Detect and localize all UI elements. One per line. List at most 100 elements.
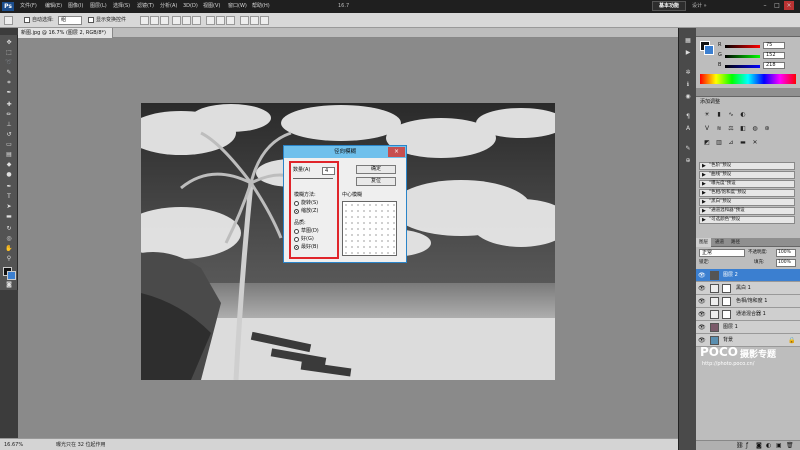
brightness-contrast-icon[interactable]: ☀ <box>702 110 712 119</box>
move-tool-preset-icon[interactable] <box>4 16 13 25</box>
visibility-eye-icon[interactable]: 👁 <box>698 337 706 344</box>
levels-icon[interactable]: ▮ <box>714 110 724 119</box>
zoom-tool-icon[interactable]: ⚲ <box>4 255 14 263</box>
layer-style-icon[interactable]: ƒ <box>746 442 748 449</box>
dialog-close-icon[interactable]: × <box>388 147 405 157</box>
visibility-eye-icon[interactable]: 👁 <box>698 324 706 331</box>
layer-name[interactable]: 黑白 1 <box>736 285 751 292</box>
gradient-map-icon[interactable]: ▬ <box>738 138 748 147</box>
preset-selective-color[interactable]: ▶ "可选颜色"预设 <box>699 216 795 224</box>
ok-button[interactable]: 确定 <box>356 165 396 174</box>
quick-select-tool-icon[interactable]: ✎ <box>4 69 14 77</box>
document-tab[interactable]: 新图.jpg @ 16.7% (图层 2, RGB/8*) × <box>18 28 113 46</box>
marquee-tool-icon[interactable]: ⬚ <box>4 49 14 57</box>
visibility-eye-icon[interactable]: 👁 <box>698 272 706 279</box>
layer-name[interactable]: 图层 1 <box>723 324 738 331</box>
tab-layers[interactable]: 图层 <box>696 238 711 247</box>
minimize-icon[interactable]: – <box>760 1 770 10</box>
distribute-bottom-icon[interactable] <box>226 16 235 25</box>
menu-image[interactable]: 图像(I) <box>68 2 83 11</box>
menu-edit[interactable]: 编辑(E) <box>45 2 62 11</box>
type-tool-icon[interactable]: T <box>4 193 14 201</box>
hand-tool-icon[interactable]: ✋ <box>4 245 14 253</box>
align-middle-icon[interactable] <box>150 16 159 25</box>
preset-exposure[interactable]: ▶ "曝光度"预设 <box>699 180 795 188</box>
new-adjustment-icon[interactable]: ◐ <box>766 442 771 449</box>
delete-layer-icon[interactable]: 🗑 <box>786 442 794 449</box>
show-transform-checkbox[interactable] <box>88 17 94 23</box>
preset-curves[interactable]: ▶ "曲线"预设 <box>699 171 795 179</box>
menu-view[interactable]: 视图(V) <box>203 2 220 11</box>
workspace-essentials[interactable]: 基本功能 <box>652 1 686 11</box>
preset-channel-mixer[interactable]: ▶ "通道混和器"预设 <box>699 207 795 215</box>
brush-tool-icon[interactable]: ✏ <box>4 111 14 119</box>
fill-input[interactable]: 100% <box>776 259 796 267</box>
history-panel-icon[interactable]: ▦ <box>683 36 693 45</box>
layer-row[interactable]: 👁 黑白 1 <box>696 282 800 295</box>
distribute-right-icon[interactable] <box>260 16 269 25</box>
reset-button[interactable]: 复位 <box>356 177 396 186</box>
color-b-value[interactable]: 218 <box>763 62 785 69</box>
layer-name[interactable]: 图层 2 <box>723 272 738 279</box>
menu-select[interactable]: 选择(S) <box>113 2 130 11</box>
menu-3d[interactable]: 3D(D) <box>183 2 198 11</box>
clone-stamp-tool-icon[interactable]: ⊥ <box>4 121 14 129</box>
photo-filter-icon[interactable]: ◍ <box>750 124 760 133</box>
tab-channels[interactable]: 通道 <box>712 238 727 247</box>
menu-file[interactable]: 文件(F) <box>20 2 37 11</box>
preset-hue-saturation[interactable]: ▶ "色相/饱和度"预设 <box>699 189 795 197</box>
brush-panel-icon[interactable]: ✎ <box>683 144 693 153</box>
visibility-eye-icon[interactable]: 👁 <box>698 285 706 292</box>
blend-mode-dropdown[interactable]: 正常 <box>699 249 745 257</box>
curves-icon[interactable]: ∿ <box>726 110 736 119</box>
posterize-icon[interactable]: ▥ <box>714 138 724 147</box>
paragraph-panel-icon[interactable]: ¶ <box>683 112 693 121</box>
color-r-value[interactable]: 75 <box>763 42 785 49</box>
color-g-slider[interactable] <box>725 55 760 58</box>
3d-rotate-tool-icon[interactable]: ↻ <box>4 225 14 233</box>
layer-name[interactable]: 色相/饱和度 1 <box>736 298 767 305</box>
clone-source-panel-icon[interactable]: ⊕ <box>683 156 693 165</box>
hue-saturation-icon[interactable]: ≋ <box>714 124 724 133</box>
visibility-eye-icon[interactable]: 👁 <box>698 298 706 305</box>
eraser-tool-icon[interactable]: ▭ <box>4 141 14 149</box>
color-r-slider[interactable] <box>725 45 760 48</box>
3d-camera-tool-icon[interactable]: ◎ <box>4 235 14 243</box>
layer-row[interactable]: 👁 通道混合器 1 <box>696 308 800 321</box>
channel-mixer-icon[interactable]: ⊛ <box>762 124 772 133</box>
info-panel-icon[interactable]: ℹ <box>683 80 693 89</box>
color-b-slider[interactable] <box>725 65 760 68</box>
align-top-icon[interactable] <box>140 16 149 25</box>
pen-tool-icon[interactable]: ✒ <box>4 183 14 191</box>
preset-black-white[interactable]: ▶ "黑白"预设 <box>699 198 795 206</box>
close-icon[interactable]: × <box>784 1 794 10</box>
distribute-top-icon[interactable] <box>206 16 215 25</box>
layer-row[interactable]: 👁 色相/饱和度 1 <box>696 295 800 308</box>
auto-select-dropdown[interactable]: 组 <box>58 16 82 25</box>
distribute-center-icon[interactable] <box>250 16 259 25</box>
add-mask-icon[interactable]: ◙ <box>756 442 762 449</box>
dodge-tool-icon[interactable]: ● <box>4 171 14 179</box>
threshold-icon[interactable]: ⊿ <box>726 138 736 147</box>
maximize-icon[interactable]: □ <box>772 1 782 10</box>
tab-paths[interactable]: 路径 <box>728 238 743 247</box>
styles-panel-icon[interactable]: ✲ <box>683 68 693 77</box>
color-spectrum-bar[interactable] <box>700 74 796 84</box>
distribute-left-icon[interactable] <box>240 16 249 25</box>
exposure-icon[interactable]: ◐ <box>738 110 748 119</box>
auto-select-checkbox[interactable] <box>24 17 30 23</box>
crop-tool-icon[interactable]: ⌗ <box>4 79 14 87</box>
menu-help[interactable]: 帮助(H) <box>252 2 270 11</box>
healing-tool-icon[interactable]: ✚ <box>4 101 14 109</box>
vibrance-icon[interactable]: V <box>702 124 712 133</box>
invert-icon[interactable]: ◩ <box>702 138 712 147</box>
link-layers-icon[interactable]: ⛓ <box>736 442 744 449</box>
move-tool-icon[interactable]: ✥ <box>4 39 14 47</box>
blur-center-preview[interactable] <box>342 201 397 256</box>
visibility-eye-icon[interactable]: 👁 <box>698 311 706 318</box>
preset-levels[interactable]: ▶ "色阶"预设 <box>699 162 795 170</box>
opacity-input[interactable]: 100% <box>776 249 796 257</box>
character-panel-icon[interactable]: A <box>683 124 693 133</box>
background-color-swatch[interactable] <box>7 271 16 280</box>
color-balance-icon[interactable]: ⚖ <box>726 124 736 133</box>
